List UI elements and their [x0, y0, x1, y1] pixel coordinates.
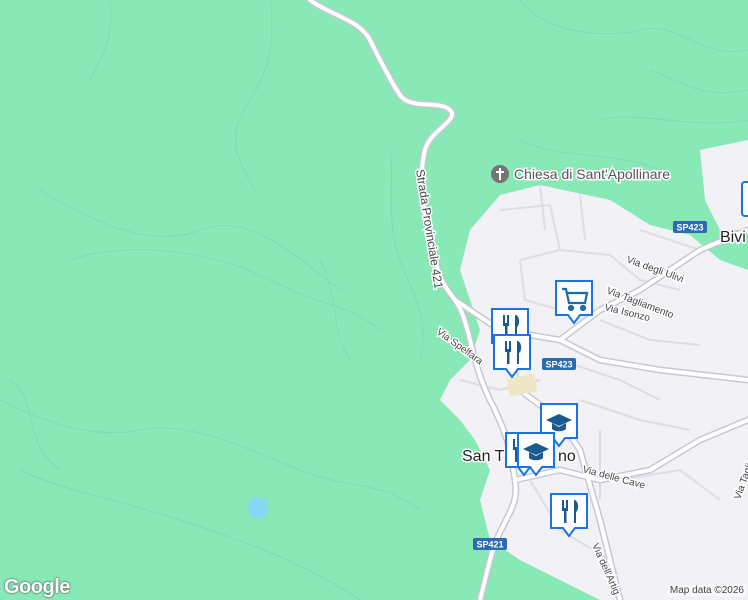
shield-sp423-top-text: SP423 [676, 223, 703, 233]
shield-sp423-mid-text: SP423 [545, 360, 572, 370]
map-attribution[interactable]: Map data ©2026 [667, 585, 746, 596]
shield-sp423-top: SP423 [673, 221, 707, 233]
shield-sp421-text: SP421 [476, 540, 503, 550]
label-church: Chiesa di Sant'Apollinare [514, 166, 670, 182]
church-poi[interactable]: Chiesa di Sant'Apollinare [491, 165, 672, 184]
shield-sp421: SP421 [473, 538, 507, 550]
map-canvas[interactable]: SP423 SP423 SP421 Strada Provinciale 421… [0, 0, 748, 600]
label-town-right: Bivi [720, 229, 746, 246]
label-town-main-end: no [558, 448, 576, 465]
shield-sp423-mid: SP423 [542, 358, 576, 370]
google-logo[interactable]: Google [4, 576, 70, 599]
pond [248, 497, 268, 519]
partial-marker[interactable] [741, 181, 748, 217]
label-town-main: San T [462, 448, 505, 465]
